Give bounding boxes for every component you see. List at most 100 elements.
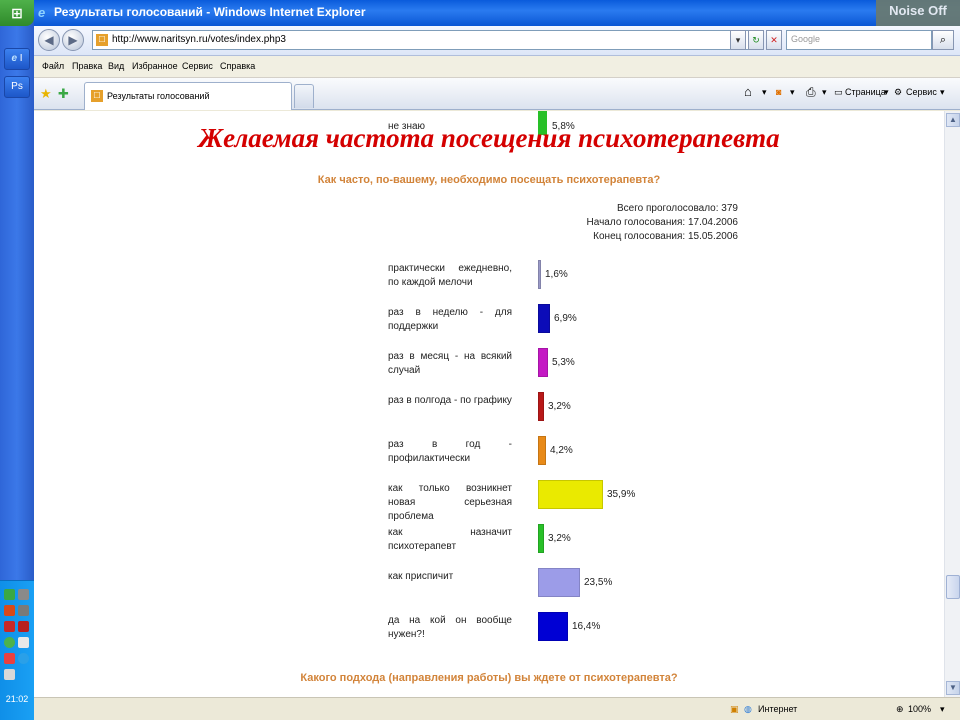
ie-icon: e bbox=[38, 5, 46, 20]
tray-device-icon[interactable] bbox=[18, 605, 29, 616]
start-button[interactable]: ⊞ bbox=[0, 0, 34, 26]
new-tab-button[interactable] bbox=[294, 84, 314, 108]
menu-tools[interactable]: Сервис bbox=[182, 61, 213, 71]
chevron-down-icon[interactable]: ▾ bbox=[822, 87, 827, 98]
poll-question: Как часто, по-вашему, необходимо посещат… bbox=[317, 174, 661, 186]
tray-search-icon[interactable] bbox=[18, 653, 29, 664]
vertical-scrollbar[interactable]: ▲ ▼ bbox=[944, 111, 960, 697]
tab-results[interactable]: ☐ Результаты голосований bbox=[84, 82, 292, 110]
tray-volume-icon[interactable] bbox=[18, 637, 29, 648]
favorites-star-icon[interactable]: ★ bbox=[40, 86, 52, 102]
tray-security-icon[interactable] bbox=[4, 653, 15, 664]
chevron-down-icon: ▾ bbox=[735, 35, 741, 45]
option-label: раз в месяц - на всякий случай bbox=[388, 351, 512, 376]
option-label: раз в год - профилактически bbox=[388, 439, 512, 464]
tray-shield-icon[interactable] bbox=[4, 605, 15, 616]
zoom-icon: ⊕ bbox=[896, 704, 904, 714]
option-percent: 3,2% bbox=[548, 401, 571, 412]
chart-bar bbox=[538, 392, 544, 421]
chevron-down-icon[interactable]: ▾ bbox=[762, 87, 767, 98]
print-icon[interactable]: ⎙ bbox=[806, 85, 816, 100]
ie-window: e Результаты голосований - Windows Inter… bbox=[34, 0, 960, 720]
next-poll-question: Какого подхода (направления работы) вы ж… bbox=[300, 672, 678, 684]
security-zone: Интернет bbox=[758, 704, 798, 714]
tools-menu-button[interactable]: Сервис bbox=[906, 87, 937, 97]
url-dropdown-button[interactable]: ▾ bbox=[730, 30, 746, 50]
option-label: да на кой он вообще нужен?! bbox=[388, 615, 512, 640]
chart-bar bbox=[538, 480, 603, 509]
option-percent: 5,3% bbox=[552, 357, 575, 368]
gear-icon: ⚙ bbox=[894, 87, 903, 97]
menu-help[interactable]: Справка bbox=[220, 61, 255, 71]
tab-bar: ★ ✚ ☐ Результаты голосований ⌂ ▾ ◙ ▾ ⎙ ▾… bbox=[34, 78, 960, 110]
chart-bar bbox=[538, 568, 580, 597]
tray-mouse-icon[interactable] bbox=[4, 669, 15, 680]
page-content: не знаю 5,8% Желаемая частота посещения … bbox=[34, 111, 944, 697]
chart-bar bbox=[538, 304, 550, 333]
tab-label: Результаты голосований bbox=[107, 91, 210, 101]
option-label: раз в неделю - для поддержки bbox=[388, 307, 512, 332]
page-menu-icon: ▭ bbox=[834, 87, 843, 97]
chevron-down-icon[interactable]: ▾ bbox=[790, 87, 795, 98]
page-menu-button[interactable]: Страница bbox=[845, 87, 886, 97]
option-label: как назначит психотерапевт bbox=[388, 527, 512, 552]
option-percent: 16,4% bbox=[572, 621, 601, 632]
zoom-level[interactable]: 100% bbox=[908, 704, 931, 714]
chart-bar bbox=[538, 612, 568, 641]
taskbar: ⊞ e I Ps 21:02 bbox=[0, 0, 34, 720]
option-percent: 1,6% bbox=[545, 269, 568, 280]
total-votes: Всего проголосовало: 379 bbox=[616, 203, 738, 214]
add-favorites-icon[interactable]: ✚ bbox=[58, 86, 69, 102]
search-button[interactable]: ⌕ bbox=[932, 30, 954, 50]
tray-monitor-icon[interactable] bbox=[18, 589, 29, 600]
page-favicon-icon: ☐ bbox=[96, 34, 108, 46]
scroll-up-button[interactable]: ▲ bbox=[946, 113, 960, 127]
option-percent: 6,9% bbox=[554, 313, 577, 324]
window-title: Результаты голосований - Windows Interne… bbox=[54, 5, 366, 19]
search-icon: ⌕ bbox=[939, 34, 947, 46]
address-bar: ◀ ▶ ☐ http://www.naritsyn.ru/votes/index… bbox=[34, 26, 960, 56]
option-label: раз в полгода - по графику bbox=[388, 395, 512, 406]
taskbar-photoshop-button[interactable]: Ps bbox=[4, 76, 30, 98]
page-favicon-icon: ☐ bbox=[91, 90, 103, 102]
menu-favorites[interactable]: Избранное bbox=[132, 61, 178, 71]
status-bar: ▣ ◍ Интернет ⊕ 100% ▾ bbox=[34, 697, 960, 720]
chevron-up-icon: ▲ bbox=[949, 115, 957, 124]
chevron-down-icon[interactable]: ▾ bbox=[884, 87, 889, 98]
forward-button[interactable]: ▶ bbox=[62, 29, 84, 51]
popup-blocker-icon[interactable]: ▣ bbox=[730, 704, 739, 715]
taskbar-button-label: I bbox=[19, 53, 23, 64]
back-button[interactable]: ◀ bbox=[38, 29, 60, 51]
rss-feed-icon[interactable]: ◙ bbox=[776, 87, 781, 97]
scroll-thumb[interactable] bbox=[946, 575, 960, 599]
menu-file[interactable]: Файл bbox=[42, 61, 64, 71]
option-percent: 23,5% bbox=[584, 577, 613, 588]
search-input[interactable]: Google bbox=[786, 30, 932, 50]
menu-view[interactable]: Вид bbox=[108, 61, 124, 71]
option-percent: 3,2% bbox=[548, 533, 571, 544]
refresh-button[interactable]: ↻ bbox=[748, 30, 764, 50]
option-percent: 4,2% bbox=[550, 445, 573, 456]
title-bar[interactable]: e Результаты голосований - Windows Inter… bbox=[34, 0, 960, 42]
menu-edit[interactable]: Правка bbox=[72, 61, 102, 71]
tray-network-icon[interactable] bbox=[4, 589, 15, 600]
screen: ⊞ e I Ps 21:02 e Результаты голосований … bbox=[0, 0, 960, 720]
slide-title: Желаемая частота посещения психотерапевт… bbox=[198, 123, 780, 153]
taskbar-ie-button[interactable]: e I bbox=[4, 48, 30, 70]
chevron-down-icon[interactable]: ▾ bbox=[940, 87, 945, 98]
taskbar-button-label: Ps bbox=[11, 81, 23, 92]
forward-arrow-icon: ▶ bbox=[68, 33, 78, 47]
option-label: практически ежедневно, по каждой мелочи bbox=[388, 263, 512, 288]
stop-button[interactable]: ✕ bbox=[766, 30, 782, 50]
chevron-down-icon[interactable]: ▾ bbox=[940, 704, 945, 715]
ie-icon: e bbox=[11, 53, 17, 64]
tray-status-icon[interactable] bbox=[4, 637, 15, 648]
tray-update-icon[interactable] bbox=[18, 621, 29, 632]
url-field[interactable]: ☐ http://www.naritsyn.ru/votes/index.php… bbox=[92, 30, 758, 50]
chevron-down-icon: ▼ bbox=[949, 683, 957, 692]
tray-antivirus-icon[interactable] bbox=[4, 621, 15, 632]
home-icon[interactable]: ⌂ bbox=[744, 84, 752, 99]
scroll-down-button[interactable]: ▼ bbox=[946, 681, 960, 695]
chart-bar bbox=[538, 524, 544, 553]
option-label: как только возникнет новая серьезная про… bbox=[388, 483, 512, 522]
